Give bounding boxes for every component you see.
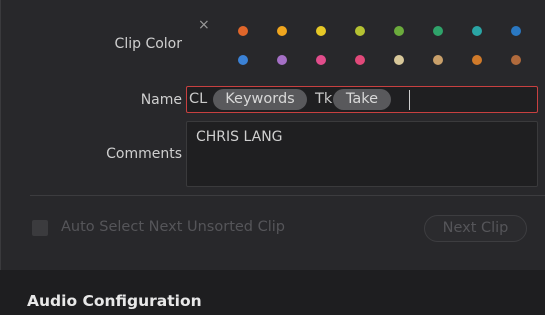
color-swatch[interactable]: [277, 26, 287, 36]
name-token-cl: CL: [189, 91, 208, 107]
color-swatch[interactable]: [316, 55, 326, 65]
color-swatch[interactable]: [511, 55, 521, 65]
color-swatch[interactable]: [316, 26, 326, 36]
color-swatch[interactable]: [433, 55, 443, 65]
comments-input[interactable]: CHRIS LANG: [186, 121, 538, 187]
color-swatch[interactable]: [472, 55, 482, 65]
clip-color-label: Clip Color: [114, 36, 182, 52]
color-swatch[interactable]: [433, 26, 443, 36]
color-swatch[interactable]: [355, 26, 365, 36]
color-swatch[interactable]: [394, 55, 404, 65]
color-swatch[interactable]: [238, 55, 248, 65]
auto-select-checkbox[interactable]: [32, 220, 48, 236]
audio-config-title: Audio Configuration: [27, 292, 202, 310]
color-swatch[interactable]: [238, 26, 248, 36]
color-swatch[interactable]: [511, 26, 521, 36]
name-token-tk: Tk: [315, 91, 333, 107]
name-label: Name: [140, 92, 182, 108]
comments-label: Comments: [106, 146, 182, 162]
section-divider: [30, 195, 545, 196]
auto-select-label: Auto Select Next Unsorted Clip: [61, 219, 285, 235]
take-chip[interactable]: Take: [333, 89, 391, 110]
color-swatch[interactable]: [472, 26, 482, 36]
name-field[interactable]: CL Keywords Tk Take: [186, 86, 538, 113]
clear-color-icon[interactable]: ×: [198, 17, 210, 33]
color-swatch[interactable]: [394, 26, 404, 36]
next-clip-button[interactable]: Next Clip: [424, 215, 527, 242]
color-swatch[interactable]: [277, 55, 287, 65]
color-swatch[interactable]: [355, 55, 365, 65]
comments-value: CHRIS LANG: [196, 129, 283, 145]
panel-left-border: [0, 0, 1, 270]
keywords-chip[interactable]: Keywords: [213, 89, 307, 110]
text-cursor: [409, 90, 410, 110]
